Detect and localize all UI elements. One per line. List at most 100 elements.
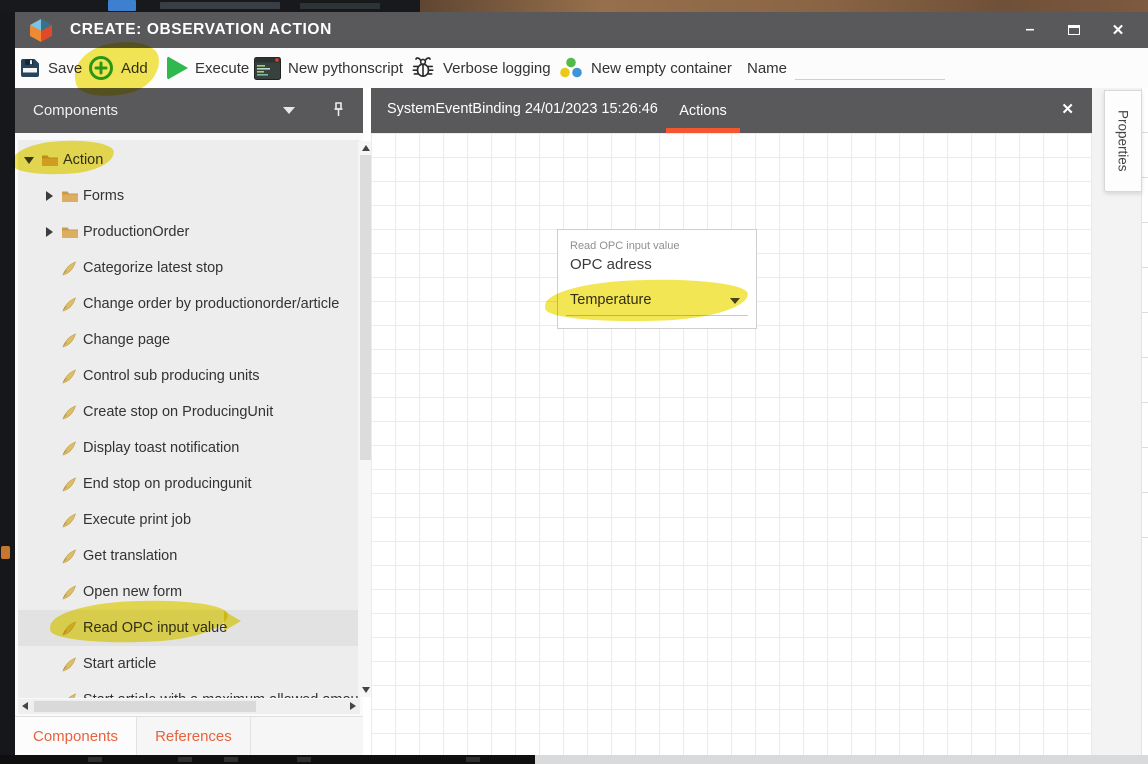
tree-item[interactable]: Get translation: [18, 538, 360, 574]
dropdown-underline: [566, 315, 748, 316]
tree-item-label: Display toast notification: [83, 440, 239, 456]
action-icon: [61, 512, 81, 528]
name-input[interactable]: [795, 58, 945, 80]
tree-item[interactable]: Open new form: [18, 574, 360, 610]
expander-spacer: [40, 442, 58, 454]
tree-item[interactable]: End stop on producingunit: [18, 466, 360, 502]
right-dock-rows-empty: [1141, 558, 1148, 755]
maximize-button[interactable]: [1052, 15, 1096, 45]
expander-spacer: [40, 478, 58, 490]
tree-item-label: Execute print job: [83, 512, 191, 528]
designer-canvas[interactable]: Read OPC input value OPC adress Temperat…: [371, 133, 1092, 755]
tree-item[interactable]: Create stop on ProducingUnit: [18, 394, 360, 430]
background-bottom-light: [535, 755, 1148, 764]
folder-icon: [41, 152, 61, 168]
expander-spacer: [40, 262, 58, 274]
new-empty-container-label: New empty container: [591, 60, 732, 77]
right-dock-rows: [1141, 88, 1148, 558]
expander-spacer: [40, 406, 58, 418]
new-pythonscript-label: New pythonscript: [288, 60, 403, 77]
new-pythonscript-button[interactable]: New pythonscript: [254, 48, 403, 88]
sidebar-bottom-tabs: Components References: [15, 716, 363, 755]
scroll-right-icon[interactable]: [350, 702, 356, 710]
save-icon: [19, 57, 41, 79]
pin-icon[interactable]: [331, 101, 346, 119]
tree-item-label: Create stop on ProducingUnit: [83, 404, 273, 420]
dropdown-arrow-icon[interactable]: [730, 298, 740, 304]
components-header-label: Components: [33, 102, 118, 119]
name-field-label: Name: [747, 48, 787, 88]
expander-expanded-icon[interactable]: [20, 154, 38, 166]
horizontal-scrollbar-thumb[interactable]: [34, 701, 256, 712]
verbose-logging-button[interactable]: Verbose logging: [410, 48, 551, 88]
expander-spacer: [40, 298, 58, 310]
tree-item-label: Read OPC input value: [83, 620, 227, 636]
action-icon: [61, 692, 81, 698]
binding-title: SystemEventBinding 24/01/2023 15:26:46: [387, 101, 658, 117]
tree-item-label: Start article with a maximum allowed amo…: [83, 692, 359, 698]
tree-item[interactable]: Display toast notification: [18, 430, 360, 466]
plus-circle-icon: [88, 55, 114, 81]
execute-button[interactable]: Execute: [167, 48, 249, 88]
tree-item[interactable]: Execute print job: [18, 502, 360, 538]
tree-item[interactable]: Control sub producing units: [18, 358, 360, 394]
action-icon: [61, 440, 81, 456]
expander-spacer: [40, 694, 58, 698]
background-bottom-strip: [0, 755, 1148, 764]
tree-item[interactable]: Action: [18, 142, 360, 178]
tree-item[interactable]: Change page: [18, 322, 360, 358]
minimize-button[interactable]: –: [1008, 15, 1052, 45]
chevron-down-icon[interactable]: [283, 107, 295, 114]
scroll-down-icon[interactable]: [362, 687, 370, 693]
tab-properties[interactable]: Properties: [1104, 90, 1142, 192]
new-empty-container-button[interactable]: New empty container: [558, 48, 732, 88]
background-text-block: [160, 2, 280, 9]
tree-item[interactable]: ProductionOrder: [18, 214, 360, 250]
save-label: Save: [48, 60, 82, 77]
action-icon: [61, 548, 81, 564]
expander-spacer: [40, 622, 58, 634]
save-button[interactable]: Save: [19, 48, 82, 88]
scroll-up-icon[interactable]: [362, 145, 370, 151]
tree-item[interactable]: Categorize latest stop: [18, 250, 360, 286]
screen: CREATE: OBSERVATION ACTION – ✕ Save Add: [0, 0, 1148, 764]
action-card[interactable]: Read OPC input value OPC adress Temperat…: [557, 229, 757, 329]
background-marker: [1, 546, 10, 559]
tree-item[interactable]: Start article with a maximum allowed amo…: [18, 682, 360, 698]
tab-components[interactable]: Components: [15, 717, 137, 755]
action-icon: [61, 656, 81, 672]
folder-icon: [61, 188, 81, 204]
tree-item[interactable]: Read OPC input value: [18, 610, 360, 646]
action-icon: [61, 476, 81, 492]
close-button[interactable]: ✕: [1096, 15, 1140, 45]
tab-actions-label: Actions: [679, 103, 727, 119]
tree-item[interactable]: Start article: [18, 646, 360, 682]
tree-item-label: Forms: [83, 188, 124, 204]
add-button[interactable]: Add: [88, 48, 148, 88]
components-panel-header: Components: [15, 88, 363, 133]
expander-collapsed-icon[interactable]: [40, 226, 58, 238]
action-icon: [61, 260, 81, 276]
add-label: Add: [121, 60, 148, 77]
component-tree: Action Forms ProductionOrder Categorize lat…: [18, 140, 360, 698]
action-icon: [61, 332, 81, 348]
tab-actions[interactable]: Actions: [666, 88, 740, 133]
tree-item-label: Control sub producing units: [83, 368, 260, 384]
tree-item[interactable]: Forms: [18, 178, 360, 214]
expander-spacer: [40, 334, 58, 346]
action-icon: [61, 404, 81, 420]
expander-collapsed-icon[interactable]: [40, 190, 58, 202]
scroll-left-icon[interactable]: [22, 702, 28, 710]
maximize-icon: [1068, 25, 1080, 35]
tree-horizontal-scrollbar[interactable]: [18, 699, 360, 714]
tab-references[interactable]: References: [137, 717, 251, 755]
tab-properties-label: Properties: [1116, 110, 1131, 172]
tree-item-label: Change order by productionorder/article: [83, 296, 339, 312]
opc-address-dropdown[interactable]: Temperature: [570, 292, 651, 308]
tab-components-label: Components: [33, 728, 118, 745]
tree-item[interactable]: Change order by productionorder/article: [18, 286, 360, 322]
card-caption: Read OPC input value: [570, 240, 679, 252]
action-icon: [61, 368, 81, 384]
tree-item-label: Categorize latest stop: [83, 260, 223, 276]
document-close-icon[interactable]: ✕: [1061, 100, 1074, 118]
